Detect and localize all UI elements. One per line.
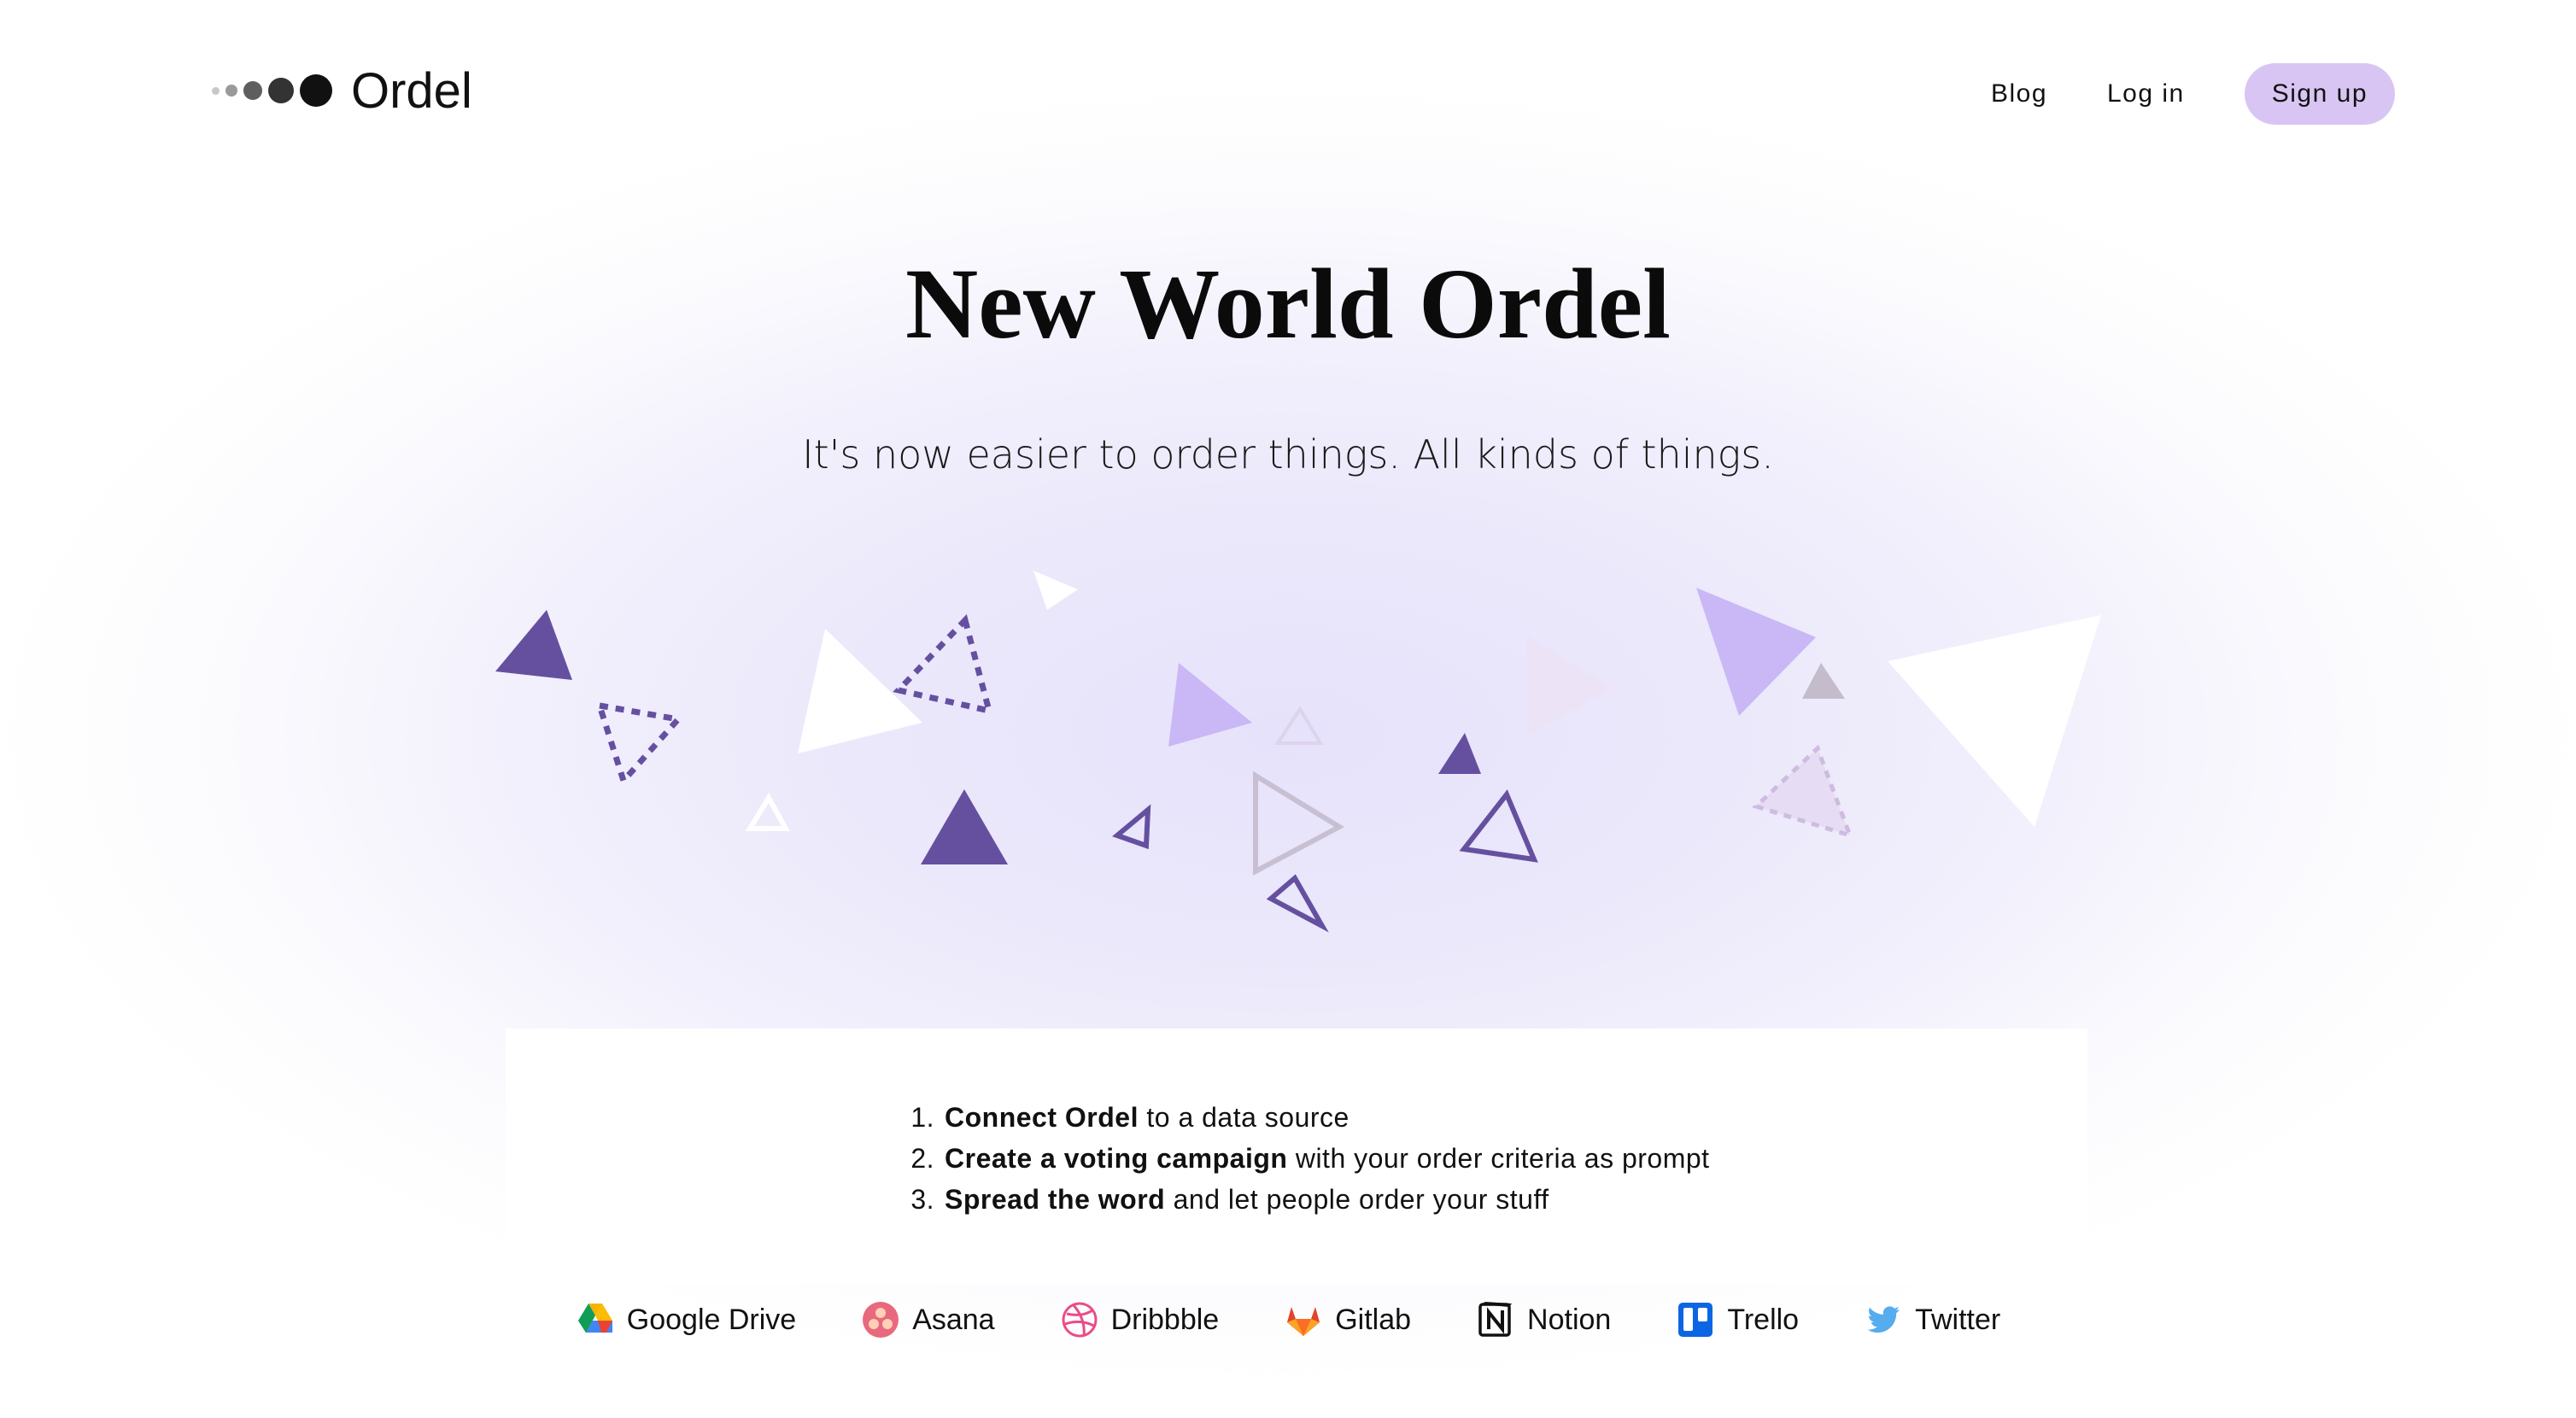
triangle-icon [1696, 588, 1816, 716]
triangle-icon [1438, 733, 1481, 774]
step-bold-text: Create a voting campaign [945, 1143, 1288, 1174]
integrations-row: Google Drive Asana Dribbble Gitlab Notio… [0, 1294, 2576, 1345]
step-item: 2. Create a voting campaign with your ord… [899, 1138, 1710, 1179]
step-number: 2. [910, 1143, 934, 1174]
steps-list: 1. Connect Ordel to a data source 2. Creat… [899, 1097, 1710, 1220]
integration-label: Notion [1527, 1303, 1612, 1336]
integration-label: Trello [1727, 1303, 1800, 1336]
integration-trello[interactable]: Trello [1676, 1300, 1799, 1339]
triangle-icon [1033, 571, 1078, 610]
top-nav-bar: Ordel Blog Log in Sign up [0, 0, 2576, 188]
integration-label: Dribbble [1110, 1303, 1220, 1336]
dribbble-icon [1062, 1302, 1098, 1338]
hero-title: New World Ordel [905, 248, 1671, 360]
twitter-icon [1867, 1306, 1900, 1333]
triangle-icon [1752, 744, 1854, 839]
step-number: 3. [910, 1184, 934, 1215]
logo-dots-icon [212, 74, 332, 107]
step-item: 1. Connect Ordel to a data source [899, 1097, 1710, 1138]
logo-dot [212, 86, 220, 95]
triangle-icon [1266, 874, 1329, 933]
step-bold-text: Connect Ordel [945, 1102, 1139, 1133]
logo-dot [243, 81, 262, 100]
notion-icon [1478, 1302, 1513, 1337]
triangle-icon [1253, 771, 1345, 876]
step-text: with your order criteria as prompt [1287, 1143, 1710, 1174]
logo[interactable]: Ordel [212, 62, 472, 119]
triangle-icon [1459, 789, 1538, 863]
triangle-icon [921, 789, 1008, 864]
integration-label: Google Drive [626, 1303, 797, 1336]
google-drive-icon [577, 1304, 612, 1333]
asana-icon [863, 1302, 899, 1338]
triangle-icon [893, 614, 993, 715]
integration-notion[interactable]: Notion [1476, 1300, 1611, 1339]
triangle-icon [1112, 804, 1151, 850]
integration-dribbble[interactable]: Dribbble [1060, 1300, 1220, 1339]
logo-dot [225, 85, 237, 97]
integration-twitter[interactable]: Twitter [1864, 1300, 2000, 1339]
integration-label: Gitlab [1335, 1303, 1412, 1336]
hero-subtitle: It's now easier to order things. All kin… [802, 431, 1774, 478]
gitlab-icon [1287, 1307, 1320, 1336]
step-bold-text: Spread the word [945, 1184, 1166, 1215]
step-item: 3. Spread the word and let people order y… [899, 1179, 1710, 1220]
triangle-icon [594, 701, 684, 787]
step-text: and let people order your stuff [1165, 1184, 1549, 1215]
triangle-icon [495, 610, 572, 680]
triangle-icon [745, 793, 791, 831]
triangle-icon [1274, 706, 1324, 745]
steps-card: 1. Connect Ordel to a data source 2. Creat… [506, 1028, 2087, 1285]
triangle-icon [1888, 615, 2101, 827]
nav-links: Blog Log in Sign up [1991, 63, 2395, 125]
step-number: 1. [910, 1102, 934, 1133]
logo-wordmark: Ordel [351, 62, 472, 119]
integration-google-drive[interactable]: Google Drive [576, 1300, 796, 1339]
triangle-icon [1168, 663, 1252, 747]
triangle-icon [1802, 663, 1845, 699]
blog-link[interactable]: Blog [1991, 79, 2047, 108]
integration-label: Asana [912, 1303, 995, 1336]
integration-asana[interactable]: Asana [861, 1300, 995, 1339]
login-link[interactable]: Log in [2107, 79, 2185, 108]
integration-gitlab[interactable]: Gitlab [1284, 1300, 1411, 1339]
logo-dot [300, 74, 332, 107]
signup-button[interactable]: Sign up [2244, 63, 2395, 125]
triangle-icon [1527, 636, 1613, 735]
trello-icon [1678, 1303, 1713, 1337]
logo-dot [268, 78, 294, 103]
step-text: to a data source [1138, 1102, 1349, 1133]
integration-label: Twitter [1915, 1303, 2001, 1336]
